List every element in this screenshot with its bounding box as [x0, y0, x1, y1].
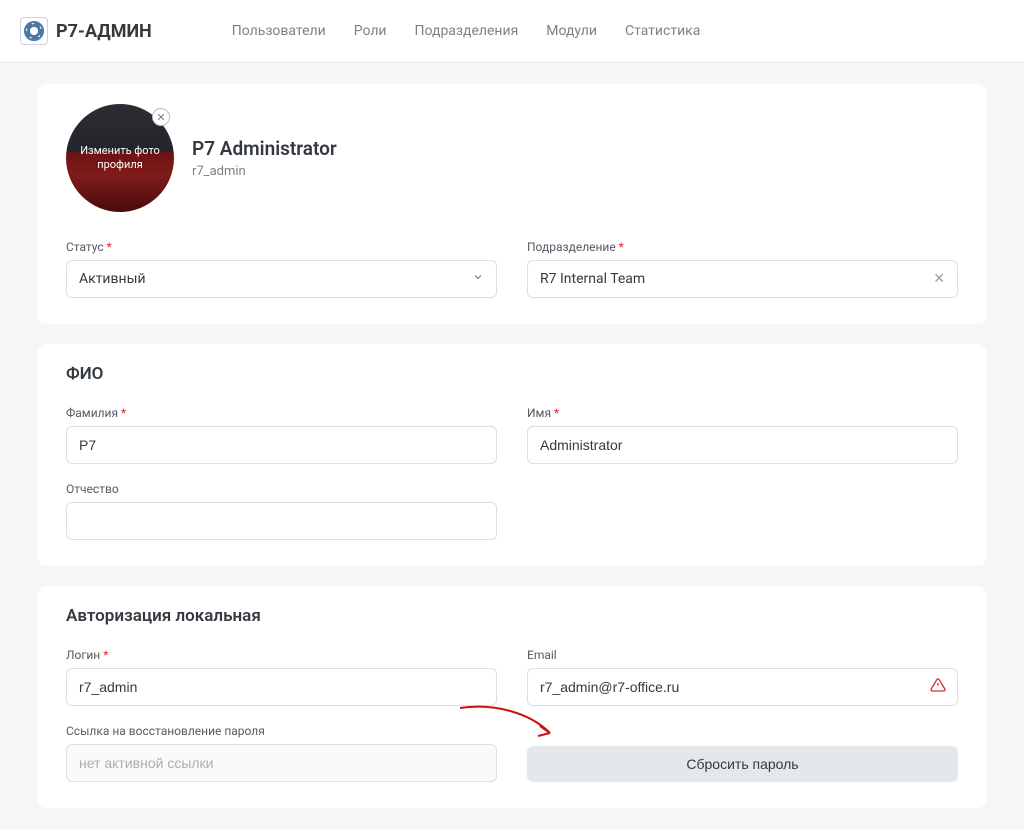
nav-roles[interactable]: Роли: [354, 23, 387, 39]
avatar-overlay-label: Изменить фото профиля: [66, 144, 174, 173]
department-select[interactable]: R7 Internal Team ✕: [527, 260, 958, 298]
login-input[interactable]: [66, 668, 497, 706]
profile-panel: Изменить фото профиля ✕ P7 Administrator…: [38, 84, 986, 324]
nav-modules[interactable]: Модули: [546, 23, 597, 39]
status-value: Активный: [79, 271, 146, 287]
patronymic-input[interactable]: [66, 502, 497, 540]
status-select[interactable]: Активный: [66, 260, 497, 298]
lastname-label: Фамилия: [66, 406, 497, 420]
auth-section-title: Авторизация локальная: [66, 606, 958, 626]
firstname-input[interactable]: [527, 426, 958, 464]
top-bar: Р7-АДМИН Пользователи Роли Подразделения…: [0, 0, 1024, 62]
email-label: Email: [527, 648, 958, 662]
login-label: Логин: [66, 648, 497, 662]
avatar[interactable]: Изменить фото профиля ✕: [66, 104, 174, 212]
warning-icon: [930, 677, 946, 697]
nav-departments[interactable]: Подразделения: [415, 23, 519, 39]
gear-icon: [20, 17, 48, 45]
auth-panel: Авторизация локальная Логин Email: [38, 586, 986, 808]
clear-icon[interactable]: ✕: [933, 271, 945, 287]
email-input[interactable]: [527, 668, 958, 706]
lastname-input[interactable]: [66, 426, 497, 464]
chevron-down-icon: [472, 271, 484, 287]
department-value: R7 Internal Team: [540, 271, 645, 287]
patronymic-label: Отчество: [66, 482, 497, 496]
nav-stats[interactable]: Статистика: [625, 23, 700, 39]
logo[interactable]: Р7-АДМИН: [20, 17, 152, 45]
profile-display-name: P7 Administrator: [192, 137, 337, 160]
fio-section-title: ФИО: [66, 364, 958, 384]
main-nav: Пользователи Роли Подразделения Модули С…: [232, 23, 701, 39]
fio-panel: ФИО Фамилия Имя Отчество: [38, 344, 986, 566]
reset-password-button[interactable]: Сбросить пароль: [527, 746, 958, 782]
department-label: Подразделение: [527, 240, 958, 254]
profile-username: r7_admin: [192, 164, 337, 179]
status-label: Статус: [66, 240, 497, 254]
nav-users[interactable]: Пользователи: [232, 23, 326, 39]
close-icon[interactable]: ✕: [152, 108, 170, 126]
reset-link-input: [66, 744, 497, 782]
brand-text: Р7-АДМИН: [56, 21, 152, 42]
reset-link-label: Ссылка на восстановление пароля: [66, 724, 497, 738]
firstname-label: Имя: [527, 406, 958, 420]
